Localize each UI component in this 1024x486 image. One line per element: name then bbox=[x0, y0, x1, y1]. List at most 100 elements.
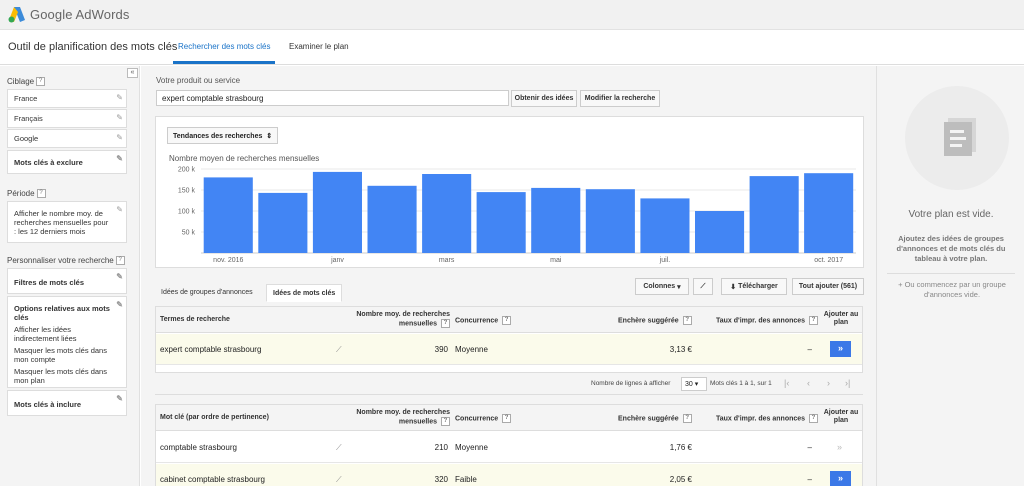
targeting-network[interactable]: Google ✎ bbox=[7, 129, 127, 148]
help-icon[interactable]: ? bbox=[36, 77, 46, 87]
keywords-to-include[interactable]: Mots clés à inclure ✎ bbox=[7, 390, 127, 416]
download-label: Télécharger bbox=[738, 283, 778, 290]
pencil-icon[interactable]: ✎ bbox=[116, 394, 123, 403]
col-add-to-plan: Ajouter au plan bbox=[823, 311, 859, 326]
trend-chart-icon[interactable]: ⟋ bbox=[336, 345, 342, 355]
range-text: Mots clés 1 à 1, sur 1 bbox=[710, 380, 772, 387]
add-to-plan-button[interactable]: » bbox=[830, 341, 851, 357]
get-ideas-button[interactable]: Obtenir des idées bbox=[511, 90, 577, 107]
col-suggested-bid[interactable]: Enchère suggérée ? bbox=[618, 414, 692, 423]
first-page-icon[interactable]: |‹ bbox=[784, 378, 789, 388]
pencil-icon[interactable]: ✎ bbox=[116, 154, 123, 163]
y-tick-label: 150 k bbox=[178, 188, 196, 195]
collapse-sidebar-button[interactable]: « bbox=[127, 68, 138, 78]
modify-search-button[interactable]: Modifier la recherche bbox=[580, 90, 660, 107]
help-icon[interactable]: ? bbox=[36, 189, 46, 199]
help-icon[interactable]: ? bbox=[502, 316, 512, 325]
x-tick-label: juil. bbox=[659, 257, 671, 264]
network-value: Google bbox=[14, 134, 39, 143]
bar-4[interactable] bbox=[367, 185, 417, 253]
bar-2[interactable] bbox=[258, 192, 308, 253]
tab-search-keywords[interactable]: Rechercher des mots clés bbox=[178, 42, 270, 51]
tab-review-plan[interactable]: Examiner le plan bbox=[289, 42, 349, 51]
col-competition[interactable]: Concurrence ? bbox=[455, 316, 512, 325]
pencil-icon[interactable]: ✎ bbox=[116, 93, 123, 102]
table-row[interactable]: expert comptable strasbourg ⟋ 390 Moyenn… bbox=[156, 334, 862, 365]
table-row[interactable]: cabinet comptable strasbourg ⟋ 320 Faibl… bbox=[156, 464, 862, 486]
help-icon[interactable]: ? bbox=[441, 417, 450, 426]
trend-chart-icon[interactable]: ⟋ bbox=[336, 475, 342, 485]
help-icon[interactable]: ? bbox=[682, 414, 692, 423]
pencil-icon[interactable]: ✎ bbox=[116, 133, 123, 142]
add-to-plan-button[interactable]: » bbox=[830, 471, 851, 486]
table-row[interactable]: comptable strasbourg ⟋ 210 Moyenne 1,76 … bbox=[156, 432, 862, 463]
bar-10[interactable] bbox=[695, 211, 745, 253]
col-avg-searches[interactable]: Nombre moy. de recherches mensuelles ? bbox=[352, 311, 450, 328]
col-impression-share[interactable]: Taux d'impr. des annonces ? bbox=[716, 316, 819, 325]
pencil-icon[interactable]: ✎ bbox=[116, 272, 123, 281]
col-impression-share[interactable]: Taux d'impr. des annonces ? bbox=[716, 414, 819, 423]
bar-12[interactable] bbox=[804, 173, 854, 253]
table-header: Mot clé (par ordre de pertinence) Nombre… bbox=[156, 405, 862, 431]
tab-ad-group-ideas[interactable]: Idées de groupes d'annonces bbox=[155, 284, 259, 302]
location-value: France bbox=[14, 94, 38, 103]
keyword-options[interactable]: Options relatives aux mots clés Afficher… bbox=[7, 296, 127, 388]
x-tick-label: nov. 2016 bbox=[213, 257, 243, 264]
help-icon[interactable]: ? bbox=[502, 414, 512, 423]
period-label: Période bbox=[7, 189, 35, 198]
bar-chart: 50 k 100 k 150 k 200 k nov. 2016 janv mars mai j… bbox=[178, 167, 856, 264]
last-page-icon[interactable]: ›| bbox=[845, 378, 850, 388]
col-competition-label: Concurrence bbox=[455, 415, 499, 423]
bar-1[interactable] bbox=[203, 177, 253, 253]
help-icon[interactable]: ? bbox=[809, 414, 819, 423]
x-tick-label: mars bbox=[439, 257, 455, 264]
chart-toggle-button[interactable]: ⟋ bbox=[693, 278, 713, 295]
tab-keyword-ideas[interactable]: Idées de mots clés bbox=[266, 284, 343, 302]
download-icon: ⬇ bbox=[730, 283, 739, 291]
help-icon[interactable]: ? bbox=[809, 316, 819, 325]
product-input[interactable]: expert comptable strasbourg bbox=[156, 90, 509, 106]
next-page-icon[interactable]: › bbox=[827, 378, 830, 388]
col-avg-searches[interactable]: Nombre moy. de recherches mensuelles ? bbox=[352, 409, 450, 426]
add-all-button[interactable]: Tout ajouter (561) bbox=[792, 278, 864, 295]
rows-per-page-label: Nombre de lignes à afficher bbox=[591, 380, 671, 387]
line-chart-icon: ⟋ bbox=[700, 282, 706, 290]
help-icon[interactable]: ? bbox=[441, 319, 450, 328]
bar-7[interactable] bbox=[531, 187, 581, 253]
help-icon[interactable]: ? bbox=[682, 316, 692, 325]
bar-11[interactable] bbox=[749, 176, 799, 253]
col-impression-share-label: Taux d'impr. des annonces bbox=[716, 317, 806, 325]
bar-6[interactable] bbox=[476, 192, 526, 253]
targeting-language[interactable]: Français ✎ bbox=[7, 109, 127, 128]
negative-keywords[interactable]: Mots clés à exclure ✎ bbox=[7, 150, 127, 174]
bar-3[interactable] bbox=[312, 171, 362, 253]
targeting-location[interactable]: France ✎ bbox=[7, 89, 127, 108]
pencil-icon[interactable]: ✎ bbox=[116, 113, 123, 122]
keyword-filters[interactable]: Filtres de mots clés ✎ bbox=[7, 268, 127, 294]
rows-per-page-select[interactable]: 30 ▾ bbox=[681, 377, 707, 391]
trend-chart-icon[interactable]: ⟋ bbox=[336, 443, 342, 453]
col-avg-searches-label: Nombre moy. de recherches mensuelles bbox=[356, 409, 450, 426]
option-indirect-ideas: Afficher les idées indirectement liées bbox=[14, 325, 77, 343]
y-tick-label: 100 k bbox=[178, 209, 196, 216]
pencil-icon[interactable]: ✎ bbox=[116, 300, 123, 309]
columns-button[interactable]: Colonnes ▾ bbox=[635, 278, 689, 295]
help-icon[interactable]: ? bbox=[115, 256, 125, 266]
bar-8[interactable] bbox=[585, 189, 635, 253]
adwords-logo[interactable]: Google AdWords bbox=[8, 4, 129, 24]
start-empty-ad-group-link[interactable]: + Ou commencez par un groupe d'annonces … bbox=[891, 280, 1013, 300]
col-search-terms[interactable]: Termes de recherche bbox=[160, 316, 230, 324]
impression-value: – bbox=[807, 345, 812, 354]
competition-value: Moyenne bbox=[455, 345, 488, 354]
dropdown-arrow-icon: ▾ bbox=[692, 381, 699, 388]
col-suggested-bid[interactable]: Enchère suggérée ? bbox=[618, 316, 692, 325]
download-button[interactable]: ⬇ Télécharger bbox=[721, 278, 787, 295]
competition-value: Moyenne bbox=[455, 443, 488, 452]
pencil-icon[interactable]: ✎ bbox=[116, 205, 123, 214]
prev-page-icon[interactable]: ‹ bbox=[807, 378, 810, 388]
col-competition[interactable]: Concurrence ? bbox=[455, 414, 512, 423]
period-setting[interactable]: Afficher le nombre moy. de recherches me… bbox=[7, 201, 127, 243]
col-keyword[interactable]: Mot clé (par ordre de pertinence) bbox=[160, 414, 269, 422]
bar-9[interactable] bbox=[640, 198, 690, 253]
bar-5[interactable] bbox=[422, 174, 472, 253]
